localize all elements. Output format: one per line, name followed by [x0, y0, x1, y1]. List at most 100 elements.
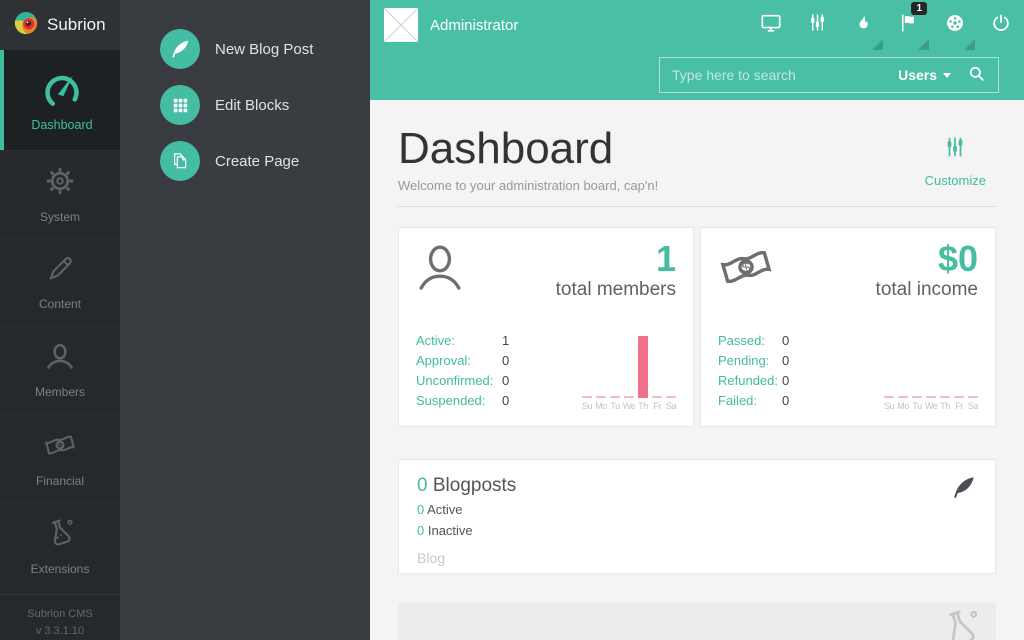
income-card: $ $0 total income Passed:0 Pending:0 Ref…: [700, 227, 996, 427]
brand-logo[interactable]: Subrion: [0, 0, 120, 50]
members-card: 1 total members Active:1 Approval:0 Unco…: [398, 227, 694, 427]
divider: [398, 206, 996, 207]
chart-day-label: Fr: [653, 401, 661, 411]
stat-value: 0: [782, 353, 789, 368]
stat-value: 0: [782, 373, 789, 388]
chart-column: Th: [940, 396, 950, 411]
blog-active-count: 0: [417, 502, 424, 517]
sidebar-item-label: Members: [35, 385, 85, 399]
topbar-search-row: Users: [370, 50, 1024, 100]
sidebar-item-system[interactable]: System: [0, 150, 120, 238]
chart-day-label: Sa: [968, 401, 978, 411]
quick-action-new-blog-post[interactable]: New Blog Post: [120, 29, 370, 69]
search-button[interactable]: [967, 64, 986, 86]
chart-column: Th: [638, 336, 648, 411]
page-subtitle: Welcome to your administration board, ca…: [398, 178, 658, 193]
sidebar-item-extensions[interactable]: Extensions: [0, 502, 120, 590]
search-icon: [967, 64, 986, 86]
cache-flame-button[interactable]: [840, 0, 886, 50]
user-name[interactable]: Administrator: [430, 17, 518, 34]
flag-icon: [899, 13, 919, 38]
search-input[interactable]: [672, 67, 890, 83]
members-week-chart: SuMoTuWeThFrSa: [582, 336, 676, 411]
chart-day-label: Fr: [955, 401, 963, 411]
sidebar-item-label: System: [40, 210, 80, 224]
stat-label[interactable]: Active:: [416, 331, 502, 351]
search-scope-label: Users: [898, 67, 937, 83]
search-scope-dropdown[interactable]: Users: [898, 67, 951, 83]
stat-label[interactable]: Passed:: [718, 331, 782, 351]
stat-label[interactable]: Unconfirmed:: [416, 371, 502, 391]
total-income-label: total income: [876, 279, 978, 301]
stat-row: Unconfirmed:0: [416, 371, 509, 391]
plugins-wheel-button[interactable]: [932, 0, 978, 50]
customize-button[interactable]: Customize: [925, 125, 996, 193]
monitor-icon: [760, 12, 782, 39]
customize-label: Customize: [925, 173, 986, 188]
quick-action-label: Create Page: [215, 153, 299, 170]
member-outline-icon: [416, 241, 464, 302]
blog-footer-label: Blog: [417, 550, 977, 566]
feather-icon: [160, 29, 200, 69]
topbar: Administrator: [370, 0, 1024, 100]
main-area: Administrator: [370, 0, 1024, 640]
sidebar-item-financial[interactable]: $ Financial: [0, 414, 120, 502]
quick-action-label: New Blog Post: [215, 41, 313, 58]
chart-day-label: Sa: [666, 401, 676, 411]
stat-label[interactable]: Failed:: [718, 391, 782, 411]
sidebar-item-label: Financial: [36, 474, 84, 488]
wheel-icon: [945, 13, 965, 38]
chart-column: Sa: [666, 396, 676, 411]
gauge-icon: [40, 69, 84, 112]
blogposts-title[interactable]: 0 Blogposts: [417, 475, 977, 497]
flask-icon: [44, 517, 76, 554]
blocks-grid-icon: [160, 85, 200, 125]
stat-value: 0: [502, 373, 509, 388]
chart-day-label: Tu: [912, 401, 921, 411]
stat-label[interactable]: Suspended:: [416, 391, 502, 411]
stat-label[interactable]: Refunded:: [718, 371, 782, 391]
settings-sliders-button[interactable]: [794, 0, 840, 50]
logout-power-button[interactable]: [978, 0, 1024, 50]
quick-action-create-page[interactable]: Create Page: [120, 141, 370, 181]
chart-day-label: We: [925, 401, 937, 411]
blog-active-row: 0 Active: [417, 502, 977, 518]
stat-row: Suspended:0: [416, 391, 509, 411]
quick-actions-panel: New Blog Post Edit Blocks Crea: [120, 0, 370, 640]
chart-day-label: Tu: [610, 401, 619, 411]
income-stats: Passed:0 Pending:0 Refunded:0 Failed:0: [718, 331, 789, 411]
notification-badge: 1: [911, 2, 927, 15]
stat-label[interactable]: Approval:: [416, 351, 502, 371]
flask-icon: [938, 607, 982, 640]
chart-column: Su: [582, 396, 592, 411]
page-head: Dashboard Welcome to your administration…: [398, 125, 996, 193]
quick-action-edit-blocks[interactable]: Edit Blocks: [120, 85, 370, 125]
sidebar: Subrion Dashboard Syste: [0, 0, 120, 640]
notifications-flag-button[interactable]: 1: [886, 0, 932, 50]
sliders-icon: [808, 13, 827, 37]
customize-sliders-icon: [944, 146, 966, 163]
chart-column: Mo: [898, 396, 908, 411]
avatar[interactable]: [384, 8, 418, 42]
content: Dashboard Welcome to your administration…: [370, 100, 1024, 640]
sidebar-item-members[interactable]: Members: [0, 326, 120, 414]
cms-version: Subrion CMS v 3.3.1.10: [0, 594, 120, 640]
subrion-logo-icon: [13, 10, 39, 41]
chart-day-label: We: [623, 401, 635, 411]
cms-version-line2: v 3.3.1.10: [0, 623, 120, 640]
stat-row: Refunded:0: [718, 371, 789, 391]
quick-action-label: Edit Blocks: [215, 97, 289, 114]
stat-label[interactable]: Pending:: [718, 351, 782, 371]
feather-icon: [950, 474, 977, 506]
stat-value: 0: [782, 393, 789, 408]
sidebar-item-content[interactable]: Content: [0, 238, 120, 326]
chart-column: Fr: [652, 396, 662, 411]
desktop-preview-button[interactable]: [748, 0, 794, 50]
chart-day-label: Th: [940, 401, 950, 411]
blogposts-count: 0: [417, 475, 428, 496]
stat-row: Passed:0: [718, 331, 789, 351]
sidebar-item-dashboard[interactable]: Dashboard: [0, 50, 120, 150]
sidebar-item-label: Extensions: [31, 562, 90, 576]
stat-value: 1: [502, 333, 509, 348]
blog-inactive-count: 0: [417, 523, 424, 538]
